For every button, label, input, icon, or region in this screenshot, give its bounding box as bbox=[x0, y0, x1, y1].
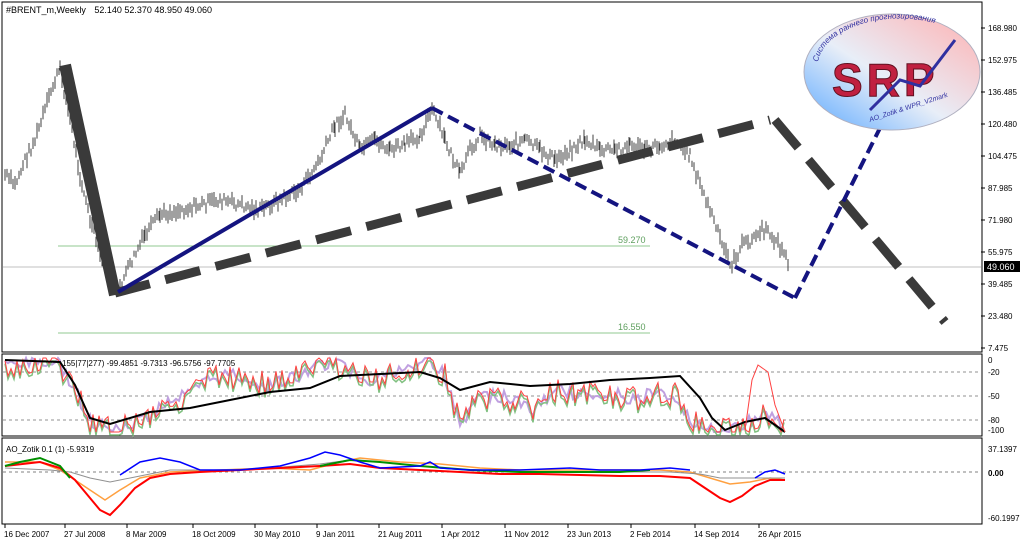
price-tick-label: 152.975 bbox=[988, 56, 1017, 65]
ao-tick-label: 37.1397 bbox=[988, 445, 1017, 454]
ao-tick-label: -60.1997 bbox=[988, 514, 1020, 523]
ao-title: AO_Zotik 0.1 (1) -5.9319 bbox=[6, 445, 95, 454]
time-tick-label: 1 Apr 2012 bbox=[441, 530, 480, 539]
oscillator-axis[interactable]: 0 -20 -50 -80-100 bbox=[988, 356, 1005, 435]
osc-tick-label: -20 bbox=[988, 368, 1000, 377]
time-tick-label: 16 Dec 2007 bbox=[4, 530, 50, 539]
time-tick-label: 2 Feb 2014 bbox=[630, 530, 671, 539]
osc-tick-label: -80 bbox=[988, 416, 1000, 425]
logo-srp-text: SRP bbox=[832, 54, 939, 106]
price-label-box: 49.060 bbox=[984, 261, 1020, 272]
time-tick-label: 8 Mar 2009 bbox=[126, 530, 167, 539]
price-tick-label: 120.480 bbox=[988, 120, 1017, 129]
price-tick-label: 7.475 bbox=[988, 344, 1009, 353]
time-tick-label: 23 Jun 2013 bbox=[567, 530, 612, 539]
fib-label-lower: 16.550 bbox=[618, 322, 646, 332]
osc-tick-label: -100 bbox=[988, 426, 1005, 435]
time-axis[interactable]: 16 Dec 2007 27 Jul 2008 8 Mar 2009 18 Oct 2… bbox=[4, 524, 802, 539]
price-tick-label: 55.975 bbox=[988, 248, 1013, 257]
time-tick-label: 30 May 2010 bbox=[254, 530, 301, 539]
price-tick-label: 168.980 bbox=[988, 24, 1017, 33]
price-tick-label: 87.985 bbox=[988, 184, 1013, 193]
price-tick-label: 136.485 bbox=[988, 88, 1017, 97]
osc-tick-label: 0 bbox=[988, 356, 993, 365]
ao-axis[interactable]: 37.1397 0.00 -60.1997 bbox=[988, 445, 1020, 523]
time-tick-label: 11 Nov 2012 bbox=[504, 530, 549, 539]
oscillator-title: 155|77|277) -99.4851 -9.7313 -96.5756 -9… bbox=[62, 359, 236, 368]
chart-window[interactable]: #BRENT_m,Weekly 52.140 52.370 48.950 49.… bbox=[0, 0, 1024, 541]
price-tick-label: 71.980 bbox=[988, 216, 1013, 225]
price-axis[interactable]: 168.980 152.975 136.485 120.480 104.475 87.98… bbox=[981, 24, 1017, 353]
time-tick-label: 27 Jul 2008 bbox=[64, 530, 106, 539]
time-tick-label: 14 Sep 2014 bbox=[694, 530, 740, 539]
time-tick-label: 18 Oct 2009 bbox=[192, 530, 236, 539]
symbol-title: #BRENT_m,Weekly 52.140 52.370 48.950 49.… bbox=[6, 5, 212, 15]
price-tick-label: 104.475 bbox=[988, 152, 1017, 161]
time-tick-label: 26 Apr 2015 bbox=[758, 530, 802, 539]
fib-label-upper: 59.270 bbox=[618, 235, 646, 245]
time-tick-label: 21 Aug 2011 bbox=[378, 530, 423, 539]
ao-tick-label: 0.00 bbox=[988, 469, 1004, 478]
ao-indicator-panel[interactable] bbox=[1, 437, 983, 525]
symbol-name: #BRENT_m,Weekly bbox=[6, 5, 86, 15]
osc-tick-label: -50 bbox=[988, 392, 1000, 401]
price-tick-label: 23.480 bbox=[988, 312, 1013, 321]
price-label-text: 49.060 bbox=[987, 262, 1015, 272]
time-tick-label: 9 Jan 2011 bbox=[316, 530, 356, 539]
price-tick-label: 39.485 bbox=[988, 280, 1013, 289]
ohlc-values: 52.140 52.370 48.950 49.060 bbox=[94, 5, 212, 15]
